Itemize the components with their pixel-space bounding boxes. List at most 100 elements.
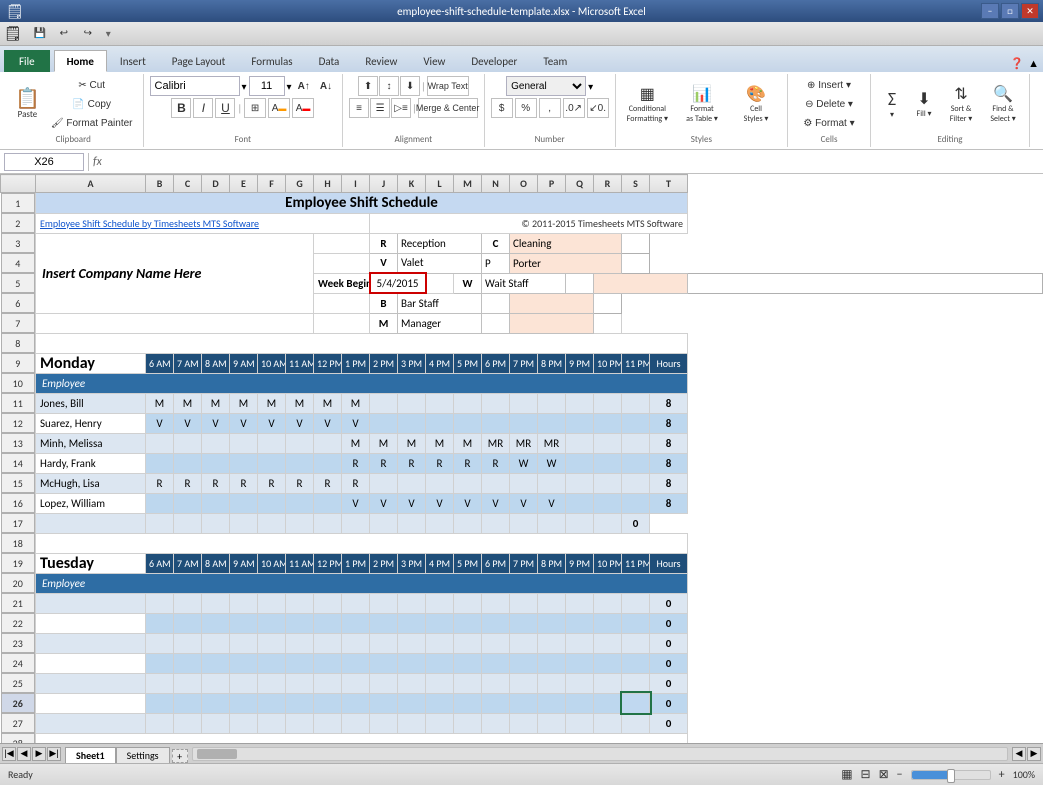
week-beginning-date-cell[interactable]: 5/4/2015 [370, 273, 426, 293]
format-as-table-btn[interactable]: 📊 Formatas Table ▾ [677, 76, 727, 132]
font-name-input[interactable] [150, 76, 240, 96]
ribbon-collapse-btn[interactable]: ▲ [1028, 57, 1039, 70]
r11-10pm[interactable] [594, 393, 622, 413]
name-box[interactable] [4, 153, 84, 171]
font-color-button[interactable]: A▬ [292, 98, 314, 118]
format-painter-button[interactable]: 🖌 Format Painter [47, 114, 137, 132]
col-B[interactable]: B [146, 175, 174, 193]
italic-button[interactable]: I [193, 98, 213, 118]
col-G[interactable]: G [286, 175, 314, 193]
scrollbar-thumb[interactable] [197, 749, 237, 759]
scroll-left-btn[interactable]: ◀ [1012, 747, 1026, 761]
col-K[interactable]: K [398, 175, 426, 193]
minimize-button[interactable]: − [981, 3, 999, 19]
col-R[interactable]: R [594, 175, 622, 193]
r11-3pm[interactable] [398, 393, 426, 413]
tab-formulas[interactable]: Formulas [238, 50, 305, 72]
decrease-font-btn[interactable]: A↓ [316, 77, 336, 95]
zoom-in-btn[interactable]: + [999, 768, 1005, 782]
scroll-right-btn[interactable]: ▶ [1027, 747, 1041, 761]
r11-12pm[interactable]: M [314, 393, 342, 413]
col-Q[interactable]: Q [566, 175, 594, 193]
page-view-icon[interactable]: ⊠ [879, 767, 889, 782]
tab-file[interactable]: File [4, 50, 50, 72]
close-button[interactable]: ✕ [1021, 3, 1039, 19]
col-S[interactable]: S [622, 175, 650, 193]
col-P[interactable]: P [538, 175, 566, 193]
company-link-cell[interactable]: Employee Shift Schedule by Timesheets MT… [36, 213, 370, 233]
col-M[interactable]: M [454, 175, 482, 193]
col-H[interactable]: H [314, 175, 342, 193]
col-O[interactable]: O [510, 175, 538, 193]
selected-cell-x26[interactable] [622, 693, 650, 713]
r11-2pm[interactable] [370, 393, 398, 413]
col-D[interactable]: D [202, 175, 230, 193]
col-F[interactable]: F [258, 175, 286, 193]
formula-input[interactable] [106, 156, 1039, 168]
col-N[interactable]: N [482, 175, 510, 193]
col-C[interactable]: C [174, 175, 202, 193]
number-format-select[interactable]: General Number Currency Date [506, 76, 586, 96]
zoom-slider-thumb[interactable] [947, 769, 955, 783]
increase-font-btn[interactable]: A↑ [294, 77, 314, 95]
currency-btn[interactable]: $ [491, 98, 513, 118]
paste-button[interactable]: 📋 Paste [10, 76, 45, 132]
tab-data[interactable]: Data [306, 50, 353, 72]
merge-center-btn[interactable]: Merge & Center [418, 98, 478, 118]
tab-developer[interactable]: Developer [458, 50, 530, 72]
underline-button[interactable]: U [215, 98, 235, 118]
col-I[interactable]: I [342, 175, 370, 193]
format-cells-btn[interactable]: ⚙ Format ▾ [794, 114, 864, 132]
sheet-tab-settings[interactable]: Settings [116, 747, 170, 763]
col-J[interactable]: J [370, 175, 398, 193]
redo-quick-btn[interactable]: ↪ [78, 25, 98, 43]
tab-page-layout[interactable]: Page Layout [159, 50, 239, 72]
r11-9am[interactable]: M [230, 393, 258, 413]
company-name-cell[interactable]: Insert Company Name Here [36, 233, 314, 313]
align-top-btn[interactable]: ⬆ [358, 76, 378, 96]
r11-1pm[interactable]: M [342, 393, 370, 413]
tab-home[interactable]: Home [54, 50, 107, 72]
insert-cells-btn[interactable]: ⊕ Insert ▾ [794, 76, 864, 94]
employee-jones[interactable]: Jones, Bill [36, 393, 146, 413]
r11-7am[interactable]: M [174, 393, 202, 413]
zoom-out-btn[interactable]: − [897, 768, 903, 782]
tab-view[interactable]: View [410, 50, 458, 72]
conditional-formatting-btn[interactable]: ▦ ConditionalFormatting ▾ [622, 76, 673, 132]
sheet-nav-last[interactable]: ▶| [47, 747, 61, 761]
insert-sheet-btn[interactable]: + [172, 749, 188, 763]
r11-11pm[interactable] [622, 393, 650, 413]
save-quick-btn[interactable]: 💾 [30, 25, 50, 43]
cell-styles-btn[interactable]: 🎨 CellStyles ▾ [731, 76, 781, 132]
tab-review[interactable]: Review [352, 50, 410, 72]
bold-button[interactable]: B [171, 98, 191, 118]
r11-9pm[interactable] [566, 393, 594, 413]
decrease-decimal-btn[interactable]: ↙0. [587, 98, 609, 118]
r11-5pm[interactable] [454, 393, 482, 413]
r11-7pm[interactable] [510, 393, 538, 413]
col-E[interactable]: E [230, 175, 258, 193]
sheet-tab-sheet1[interactable]: Sheet1 [65, 747, 116, 763]
sheet-nav-next[interactable]: ▶ [32, 747, 46, 761]
r11-8pm[interactable] [538, 393, 566, 413]
wrap-text-btn[interactable]: Wrap Text [427, 76, 469, 96]
increase-decimal-btn[interactable]: .0↗ [563, 98, 585, 118]
find-select-btn[interactable]: 🔍 Find &Select ▾ [983, 76, 1023, 132]
sheet-nav-prev[interactable]: ◀ [17, 747, 31, 761]
r11-11am[interactable]: M [286, 393, 314, 413]
horizontal-scrollbar[interactable] [192, 747, 1008, 761]
percent-btn[interactable]: % [515, 98, 537, 118]
r11-6am[interactable]: M [146, 393, 174, 413]
maximize-button[interactable]: □ [1001, 3, 1019, 19]
fill-color-button[interactable]: A▬ [268, 98, 290, 118]
sort-filter-btn[interactable]: ⇅ Sort &Filter ▾ [941, 76, 981, 132]
tab-insert[interactable]: Insert [107, 50, 159, 72]
r11-6pm[interactable] [482, 393, 510, 413]
zoom-slider[interactable] [911, 770, 991, 780]
fill-btn[interactable]: ⬇ Fill ▾ [909, 76, 939, 132]
tab-team[interactable]: Team [530, 50, 580, 72]
comma-btn[interactable]: , [539, 98, 561, 118]
align-bot-btn[interactable]: ⬇ [400, 76, 420, 96]
delete-cells-btn[interactable]: ⊖ Delete ▾ [794, 95, 864, 113]
font-size-input[interactable] [249, 76, 285, 96]
